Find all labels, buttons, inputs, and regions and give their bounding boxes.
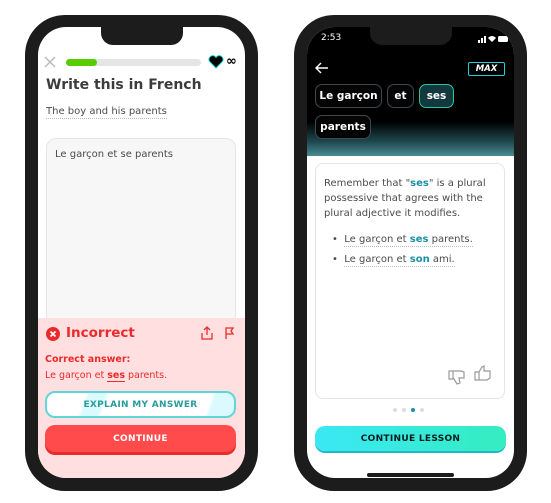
lesson-screen: ∞ Write this in French The boy and his p… — [38, 27, 245, 478]
text: " is a plural — [428, 178, 486, 189]
error-icon — [46, 327, 60, 341]
lives-count: ∞ — [226, 54, 237, 69]
heart-icon — [208, 55, 224, 69]
correct-answer: Le garçon et ses parents. — [45, 370, 168, 382]
word-chip[interactable]: parents — [315, 115, 371, 139]
text: parents. — [428, 234, 473, 245]
progress-bar — [66, 59, 201, 66]
status-icons — [478, 36, 508, 43]
phone-right: 2:53 MAX Le garçon et ses parents Rememb… — [294, 15, 527, 491]
continue-lesson-button[interactable]: CONTINUE LESSON — [315, 426, 506, 451]
feedback-panel: Incorrect Correct answer: Le garçon et s… — [38, 318, 245, 478]
feedback-status: Incorrect — [66, 325, 135, 341]
flag-icon[interactable] — [223, 326, 235, 340]
example-sentence[interactable]: Le garçon et ses parents. — [344, 234, 473, 247]
phone-left: ∞ Write this in French The boy and his p… — [25, 15, 258, 491]
answer-part: Le garçon et — [45, 370, 108, 381]
word-chip[interactable]: Le garçon — [315, 84, 382, 108]
share-icon[interactable] — [201, 326, 213, 340]
back-arrow-icon[interactable] — [315, 62, 329, 74]
page-dot-active[interactable] — [411, 408, 415, 412]
thumbs-up-icon[interactable] — [474, 364, 492, 382]
word-chip-selected[interactable]: ses — [419, 84, 454, 108]
page-title: Write this in French — [46, 77, 202, 93]
page-dot[interactable] — [393, 408, 397, 412]
word-chip[interactable]: et — [387, 84, 414, 108]
answer-input[interactable]: Le garçon et se parents — [46, 138, 236, 338]
example-sentence[interactable]: Le garçon et son ami. — [344, 254, 455, 267]
text: Le garçon et — [344, 234, 410, 245]
page-dot[interactable] — [420, 408, 424, 412]
home-indicator — [367, 473, 454, 477]
explanation-line: plural adjective it modifies. — [324, 208, 461, 219]
answer-highlight: ses — [107, 370, 125, 382]
text: Le garçon et — [344, 254, 410, 265]
page-dot[interactable] — [402, 408, 406, 412]
example-bullet: • Le garçon et son ami. — [332, 254, 455, 267]
answer-text: Le garçon et se parents — [55, 149, 174, 160]
text: ami. — [429, 254, 455, 265]
status-time: 2:53 — [321, 33, 342, 43]
explanation-line: possessive that agrees with the — [324, 193, 483, 204]
example-bullet: • Le garçon et ses parents. — [332, 234, 473, 247]
page-indicator — [393, 408, 424, 412]
explanation-screen: 2:53 MAX Le garçon et ses parents Rememb… — [307, 27, 514, 478]
close-icon[interactable] — [44, 56, 56, 68]
thumbs-down-icon[interactable] — [448, 368, 466, 386]
explanation-line: Remember that "ses" is a plural — [324, 178, 486, 189]
notch — [369, 27, 452, 45]
highlight: ses — [409, 234, 429, 245]
prompt-sentence[interactable]: The boy and his parents — [46, 106, 167, 119]
explanation-card: Remember that "ses" is a plural possessi… — [315, 163, 505, 399]
highlight: son — [409, 254, 430, 265]
highlight: ses — [410, 178, 429, 189]
explain-answer-button[interactable]: EXPLAIN MY ANSWER — [45, 391, 236, 418]
progress-fill — [66, 59, 98, 66]
correct-answer-label: Correct answer: — [45, 354, 131, 365]
answer-part: parents. — [124, 370, 168, 381]
max-badge: MAX — [468, 62, 505, 76]
notch — [100, 27, 183, 45]
continue-button[interactable]: CONTINUE — [45, 425, 236, 452]
text: Remember that " — [324, 178, 411, 189]
